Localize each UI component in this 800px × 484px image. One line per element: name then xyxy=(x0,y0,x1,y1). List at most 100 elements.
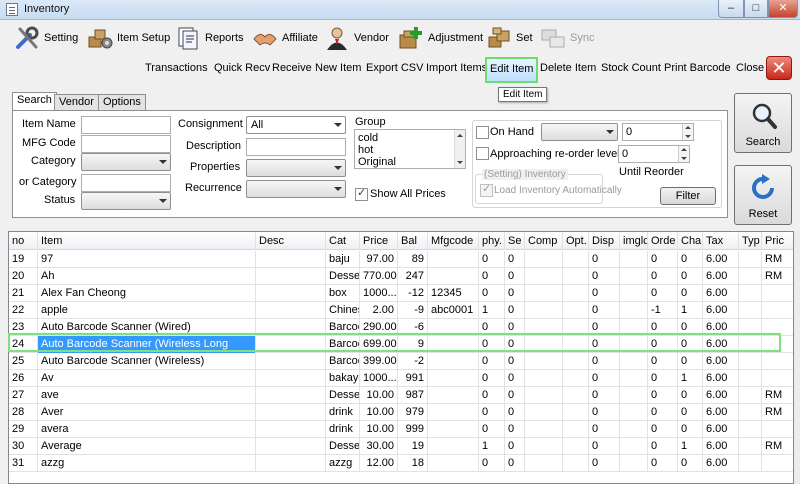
cell-se[interactable]: 0 xyxy=(505,353,525,370)
cell-no[interactable]: 28 xyxy=(9,404,38,421)
col-cat[interactable]: Cat xyxy=(326,232,360,250)
cell-bal[interactable]: 18 xyxy=(398,455,428,472)
cell-cha[interactable]: 0 xyxy=(678,251,703,268)
cell-disp[interactable]: 0 xyxy=(589,251,620,268)
cell-opt[interactable] xyxy=(563,302,589,319)
cell-no[interactable]: 29 xyxy=(9,421,38,438)
cell-bal[interactable]: 89 xyxy=(398,251,428,268)
cell-bal[interactable]: -6 xyxy=(398,319,428,336)
table-row[interactable]: 27 ave Desse 10.00 987 0 0 0 0 0 6.00 RM xyxy=(9,387,793,404)
col-tax[interactable]: Tax xyxy=(703,232,739,250)
cell-desc[interactable] xyxy=(256,404,326,421)
cell-no[interactable]: 26 xyxy=(9,370,38,387)
close-button[interactable]: Close xyxy=(736,62,764,74)
cell-orde[interactable]: 0 xyxy=(648,268,678,285)
cell-typ[interactable] xyxy=(739,319,762,336)
cell-item[interactable]: ave xyxy=(38,387,256,404)
category-select[interactable] xyxy=(81,153,171,171)
cell-cha[interactable]: 0 xyxy=(678,455,703,472)
cell-price[interactable]: 97.00 xyxy=(360,251,398,268)
col-desc[interactable]: Desc xyxy=(256,232,326,250)
cell-desc[interactable] xyxy=(256,285,326,302)
cell-mfg[interactable] xyxy=(428,404,479,421)
consignment-select[interactable]: All xyxy=(246,116,346,134)
spinner-icon[interactable] xyxy=(682,124,693,140)
cell-comp[interactable] xyxy=(525,285,563,302)
col-mfgcode[interactable]: Mfgcode xyxy=(428,232,479,250)
cell-se[interactable]: 0 xyxy=(505,438,525,455)
set-button[interactable]: Set xyxy=(486,23,533,53)
table-row[interactable]: 25 Auto Barcode Scanner (Wireless) Barcoc 3… xyxy=(9,353,793,370)
col-no[interactable]: no xyxy=(9,232,38,250)
cell-img[interactable] xyxy=(620,387,648,404)
cell-disp[interactable]: 0 xyxy=(589,353,620,370)
cell-typ[interactable] xyxy=(739,404,762,421)
cell-mfg[interactable] xyxy=(428,268,479,285)
cell-pric[interactable] xyxy=(762,370,793,387)
table-row[interactable]: 29 avera drink 10.00 999 0 0 0 0 0 6.00 xyxy=(9,421,793,438)
col-imglc[interactable]: imglc xyxy=(620,232,648,250)
col-pric[interactable]: Pric xyxy=(762,232,793,250)
cell-orde[interactable]: 0 xyxy=(648,370,678,387)
cell-phy[interactable]: 1 xyxy=(479,438,505,455)
cell-opt[interactable] xyxy=(563,353,589,370)
cell-orde[interactable]: 0 xyxy=(648,387,678,404)
cell-tax[interactable]: 6.00 xyxy=(703,455,739,472)
cell-img[interactable] xyxy=(620,353,648,370)
cell-tax[interactable]: 6.00 xyxy=(703,404,739,421)
affiliate-button[interactable]: Affiliate xyxy=(252,23,318,53)
cell-opt[interactable] xyxy=(563,336,589,353)
cell-phy[interactable]: 0 xyxy=(479,387,505,404)
cell-item[interactable]: avera xyxy=(38,421,256,438)
cell-desc[interactable] xyxy=(256,336,326,353)
cell-cha[interactable]: 0 xyxy=(678,268,703,285)
tab-options[interactable]: Options xyxy=(98,94,146,110)
cell-price[interactable]: 2.00 xyxy=(360,302,398,319)
transactions-button[interactable]: Transactions xyxy=(145,62,208,74)
cell-img[interactable] xyxy=(620,336,648,353)
cell-typ[interactable] xyxy=(739,285,762,302)
cell-cha[interactable]: 0 xyxy=(678,353,703,370)
cell-item[interactable]: 97 xyxy=(38,251,256,268)
cell-img[interactable] xyxy=(620,438,648,455)
item-setup-button[interactable]: Item Setup xyxy=(87,23,170,53)
cell-comp[interactable] xyxy=(525,319,563,336)
cell-tax[interactable]: 6.00 xyxy=(703,319,739,336)
cell-img[interactable] xyxy=(620,285,648,302)
import-items-button[interactable]: Import Items xyxy=(426,62,487,74)
maximize-button[interactable]: □ xyxy=(744,0,768,18)
group-list-scrollbar[interactable] xyxy=(454,130,465,168)
cell-item[interactable]: azzg xyxy=(38,455,256,472)
cell-tax[interactable]: 6.00 xyxy=(703,285,739,302)
cell-mfg[interactable] xyxy=(428,251,479,268)
cell-no[interactable]: 20 xyxy=(9,268,38,285)
cell-cat[interactable]: box xyxy=(326,285,360,302)
cell-pric[interactable] xyxy=(762,302,793,319)
cell-typ[interactable] xyxy=(739,251,762,268)
stock-count-button[interactable]: Stock Count xyxy=(601,62,661,74)
cell-phy[interactable]: 0 xyxy=(479,370,505,387)
cell-pric[interactable] xyxy=(762,421,793,438)
adjustment-button[interactable]: Adjustment xyxy=(398,23,483,53)
cell-price[interactable]: 10.00 xyxy=(360,387,398,404)
cell-opt[interactable] xyxy=(563,319,589,336)
cell-mfg[interactable] xyxy=(428,421,479,438)
cell-mfg[interactable] xyxy=(428,438,479,455)
search-button[interactable]: Search xyxy=(734,93,792,153)
mfg-code-input[interactable] xyxy=(81,135,171,153)
cell-item[interactable]: Alex Fan Cheong xyxy=(38,285,256,302)
cell-desc[interactable] xyxy=(256,319,326,336)
cell-typ[interactable] xyxy=(739,421,762,438)
cell-no[interactable]: 19 xyxy=(9,251,38,268)
cell-bal[interactable]: -9 xyxy=(398,302,428,319)
cell-price[interactable]: 770.00 xyxy=(360,268,398,285)
cell-desc[interactable] xyxy=(256,251,326,268)
cell-pric[interactable] xyxy=(762,336,793,353)
cell-cat[interactable]: Chines xyxy=(326,302,360,319)
cell-opt[interactable] xyxy=(563,268,589,285)
cell-disp[interactable]: 0 xyxy=(589,285,620,302)
cell-typ[interactable] xyxy=(739,302,762,319)
cell-phy[interactable]: 1 xyxy=(479,302,505,319)
cell-img[interactable] xyxy=(620,302,648,319)
load-inventory-checkbox[interactable] xyxy=(480,182,493,197)
